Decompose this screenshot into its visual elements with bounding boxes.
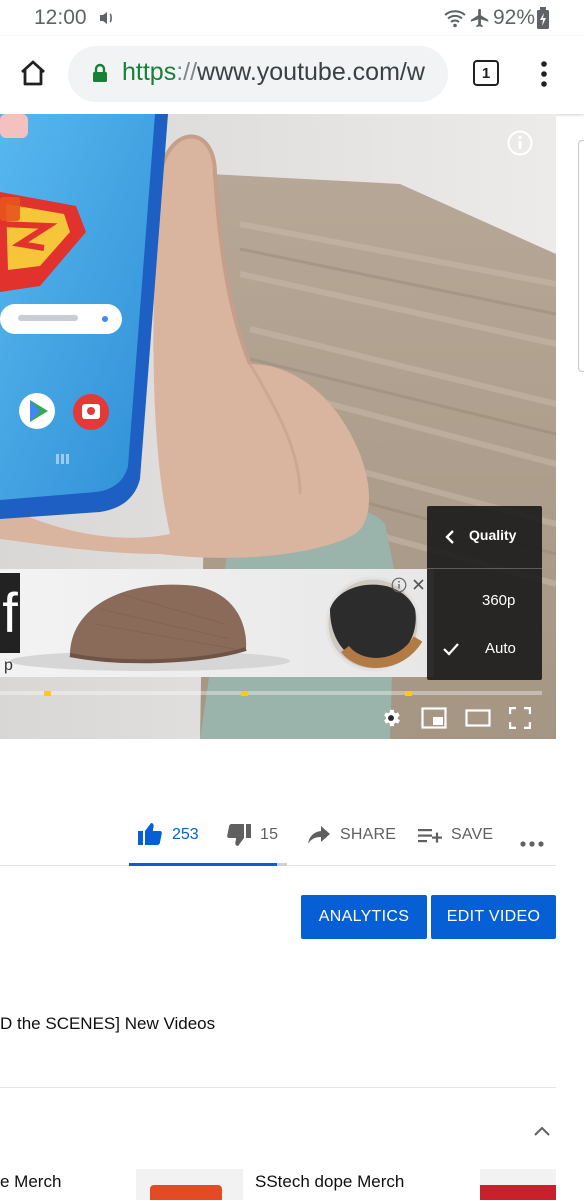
theater-mode-icon[interactable] — [465, 709, 491, 732]
volume-icon — [97, 8, 117, 33]
ad-close-icon[interactable] — [412, 578, 425, 596]
url-text[interactable]: https://www.youtube.com/w — [122, 58, 436, 87]
ad-tagline: p — [4, 657, 13, 674]
playlist-link[interactable]: D the SCENES] New Videos — [0, 1014, 215, 1034]
dislike-count: 15 — [260, 826, 279, 843]
url-scheme: https — [122, 58, 177, 86]
ad-marker — [44, 691, 51, 696]
save-button[interactable]: SAVE — [451, 826, 493, 844]
ad-info-icon[interactable] — [391, 577, 407, 598]
page-scrollbar[interactable] — [578, 140, 584, 372]
ad-banner-image — [10, 576, 423, 672]
status-time: 12:00 — [34, 6, 87, 29]
lock-icon — [92, 63, 108, 88]
url-host: www.youtube.com/w — [197, 58, 425, 86]
merch-item-thumbnail[interactable] — [136, 1169, 243, 1200]
tab-switcher-button[interactable]: 1 — [473, 60, 499, 86]
checkmark-icon — [442, 641, 460, 662]
ad-marker — [241, 691, 248, 696]
url-separator: :// — [176, 58, 198, 86]
quality-menu-title[interactable]: Quality — [469, 527, 516, 543]
airplane-mode-icon — [469, 7, 491, 34]
video-info-icon[interactable] — [507, 130, 533, 161]
wifi-icon — [443, 7, 467, 34]
quality-menu-divider — [427, 568, 542, 569]
quality-option-auto[interactable]: Auto — [485, 640, 516, 657]
settings-gear-icon[interactable] — [380, 707, 402, 734]
chevron-up-icon[interactable] — [533, 1124, 551, 1142]
tab-count: 1 — [481, 64, 491, 82]
merch-item-thumbnail[interactable] — [480, 1169, 556, 1200]
merch-item-title[interactable]: SStech dope Merch — [255, 1172, 404, 1192]
more-actions-icon[interactable] — [520, 834, 544, 852]
miniplayer-icon[interactable] — [421, 707, 447, 734]
share-icon[interactable] — [308, 826, 330, 849]
home-icon[interactable] — [18, 58, 48, 93]
like-icon[interactable] — [138, 823, 162, 850]
ad-overlay-banner[interactable] — [0, 569, 434, 677]
battery-percent: 92% — [493, 6, 536, 29]
analytics-button[interactable]: ANALYTICS — [301, 895, 427, 939]
merch-item-price — [255, 1195, 325, 1201]
like-ratio-bar — [129, 863, 277, 866]
merch-item-title[interactable]: e Merch — [0, 1172, 61, 1192]
section-divider — [0, 1087, 556, 1088]
ad-brand-logo: f — [0, 573, 20, 653]
video-progress-bar[interactable] — [0, 691, 542, 695]
ad-marker — [405, 691, 412, 696]
add-to-playlist-icon[interactable] — [418, 826, 442, 851]
like-count: 253 — [172, 826, 199, 843]
quality-back-icon[interactable] — [444, 530, 456, 549]
quality-option-360p[interactable]: 360p — [482, 592, 515, 609]
share-button[interactable]: SHARE — [340, 826, 396, 844]
battery-icon — [536, 7, 550, 34]
browser-menu-icon[interactable] — [535, 60, 553, 93]
dislike-icon[interactable] — [227, 824, 251, 851]
dislike-ratio-bar — [277, 863, 287, 866]
fullscreen-icon[interactable] — [508, 706, 532, 734]
edit-video-button[interactable]: EDIT VIDEO — [431, 895, 556, 939]
